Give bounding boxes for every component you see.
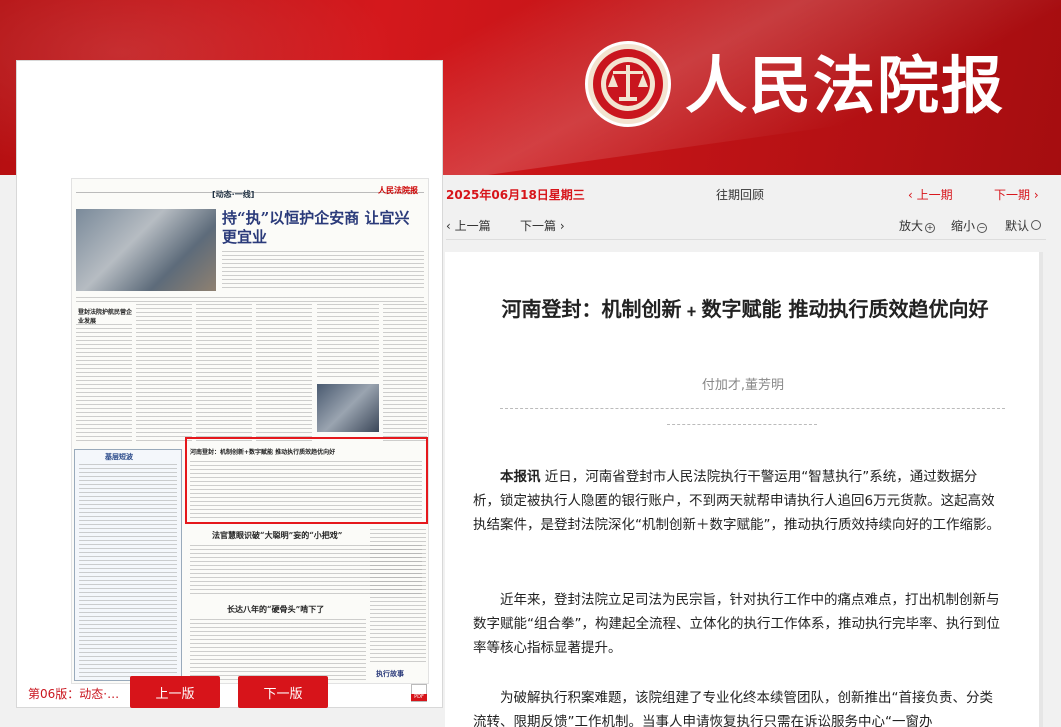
paper-text-block [196,304,252,442]
newspaper-page-thumbnail[interactable]: [动态·一线] 人民法院报 持“执”以恒护企安商 让宜兴更宜业 登封法院护航民营… [71,178,429,684]
article-paragraph: 本报讯 近日，河南省登封市人民法院执行干警运用“智慧执行”系统，通过数据分析，锁… [473,465,1003,537]
paper-brand: 人民法院报 [378,186,418,195]
paper-text-block [383,304,427,442]
next-issue-link[interactable]: 下一期 › [994,186,1039,203]
reset-circle-icon [1031,220,1042,230]
paper-photo-secondary [317,384,379,432]
prev-issue-link[interactable]: ‹ 上一期 [908,186,953,203]
article-author: 付加才,董芳明 [701,378,785,393]
issue-date: 2025年06月18日星期三 [446,188,585,202]
page-navigation-bar: 第06版：动态·一线 上一版 下一版 [16,676,443,708]
minus-circle-icon: − [977,223,988,233]
paper-article-headline[interactable]: 长达八年的“硬骨头”啃下了 [227,604,324,615]
paper-text-block [370,529,426,665]
article-toolbar: ‹ 上一篇 下一篇 › 放大 + 缩小 − 默认 [446,216,1046,240]
paper-text-block [76,324,132,442]
paper-text-block [76,297,424,303]
next-page-button[interactable]: 下一版 [238,676,328,708]
paper-column-box: 基层短波 [74,449,182,681]
pdf-download-icon[interactable] [411,684,427,702]
divider [667,424,817,425]
divider [500,408,1005,409]
zoom-in-label: 放大 [899,219,924,233]
date-bar: 2025年06月18日星期三 往期回顾 ‹ 上一期 下一期 › [446,186,1046,204]
plus-circle-icon: + [925,223,936,233]
article-content: 河南登封：机制创新﹢数字赋能 推动执行质效趋优向好 付加才,董芳明 本报讯 近日… [445,252,1041,727]
zoom-out-label: 缩小 [951,219,976,233]
newspaper-logo-text: 人民法院报 [685,49,1006,122]
paper-photo-main [76,209,216,291]
page-image-panel: [动态·一线] 人民法院报 持“执”以恒护企安商 让宜兴更宜业 登封法院护航民营… [16,60,443,708]
zoom-out-button[interactable]: 缩小 − [951,217,988,234]
paper-text-block [79,464,177,678]
paper-subhead: 登封法院护航民营企业发展 [78,309,133,325]
zoom-default-label: 默认 [1005,219,1030,233]
past-issues-link[interactable]: 往期回顾 [716,186,764,203]
paper-section-tag: [动态·一线] [212,190,255,199]
paper-headline[interactable]: 持“执”以恒护企安商 让宜兴更宜业 [222,209,422,247]
article-paragraph: 为破解执行积案难题，该院组建了专业化终本续管团队，创新推出“首接负责、分类流转、… [473,690,993,727]
paper-text-block [190,619,366,681]
article-paragraph-text: 近日，河南省登封市人民法院执行干警运用“智慧执行”系统，通过数据分析，锁定被执行… [473,469,1000,533]
paper-text-block [136,304,192,442]
paper-column-title: 基层短波 [105,453,133,461]
prev-page-button[interactable]: 上一版 [130,676,220,708]
paper-article-headline[interactable]: 法官慧眼识破“大聪明”妄的“小把戏” [212,530,342,541]
article-scrollbar[interactable] [1039,252,1043,727]
paper-text-block [222,251,424,291]
article-title: 河南登封：机制创新﹢数字赋能 推动执行质效趋优向好 [501,297,989,321]
paper-text-block [256,304,312,442]
article-lead: 本报讯 [500,469,541,485]
zoom-default-button[interactable]: 默认 [1005,217,1042,234]
article-paragraph: 近年来，登封法院立足司法为民宗旨，针对执行工作中的痛点难点，打出机制创新与数字赋… [473,592,1000,656]
selected-article-highlight[interactable] [185,437,428,524]
next-article-link[interactable]: 下一篇 › [520,217,565,234]
zoom-in-button[interactable]: 放大 + [899,217,936,234]
court-emblem-icon [585,41,671,127]
paper-text-block [317,304,379,380]
current-page-label[interactable]: 第06版：动态·一线 [28,685,123,702]
prev-article-link[interactable]: ‹ 上一篇 [446,217,491,234]
